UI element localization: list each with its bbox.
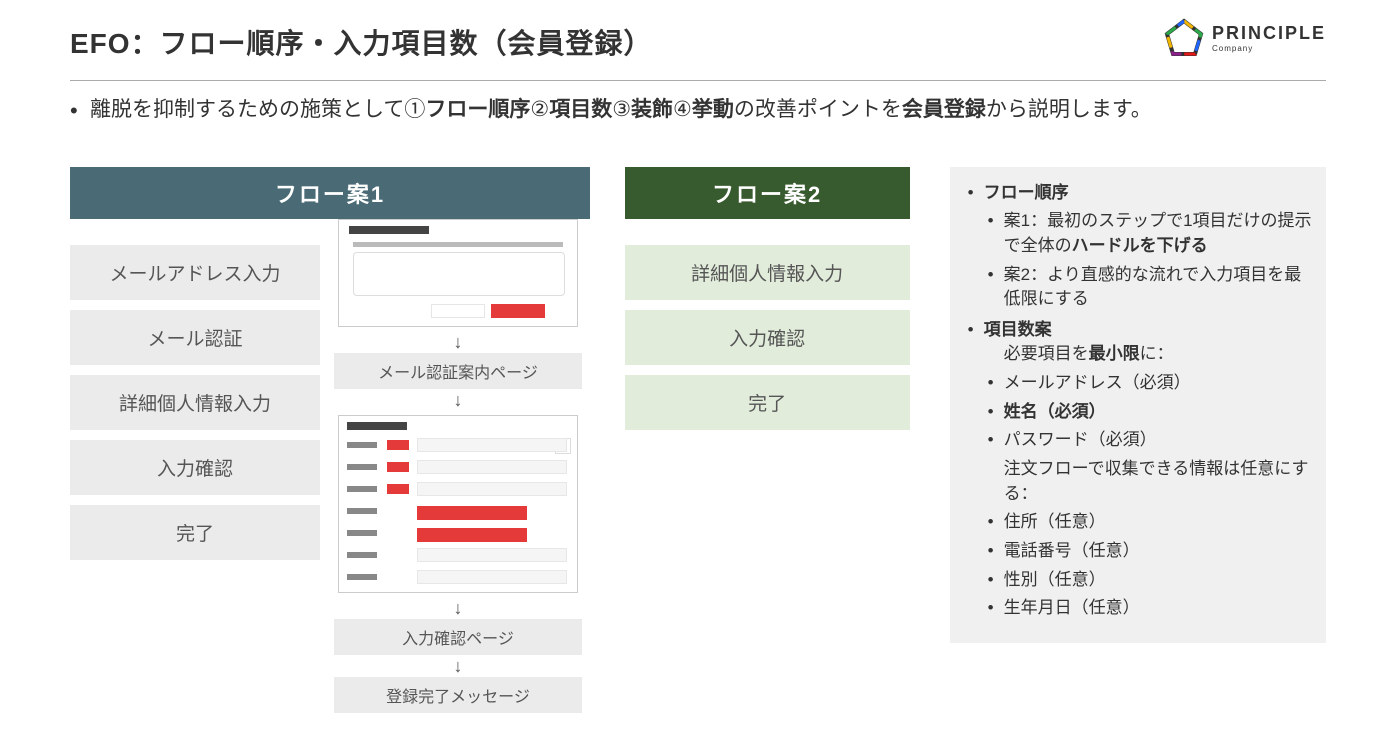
flow2-header: フロー案2 (625, 167, 910, 219)
brand-logo: PRINCIPLE Company (1164, 18, 1326, 58)
notes-opt-intro: 注文フローで収集できる情報は任意にする： (984, 457, 1312, 506)
mockup-email-page (338, 219, 578, 327)
flow2-step: 入力確認 (625, 310, 910, 365)
body: フロー案1 メールアドレス入力 メール認証 詳細個人情報入力 入力確認 完了 ↓… (70, 167, 1326, 713)
flow2-step: 詳細個人情報入力 (625, 245, 910, 300)
notes-item: フロー順序 案1：最初のステップで1項目だけの提示で全体のハードルを下げる 案2… (964, 181, 1312, 312)
lead-bullet: 離脱を抑制するための施策として①フロー順序②項目数③装飾④挙動の改善ポイントを会… (70, 93, 1326, 127)
flow1-step: 入力確認 (70, 440, 320, 495)
notes-req-item: パスワード（必須） (984, 428, 1312, 453)
notes-opt-item: 電話番号（任意） (984, 539, 1312, 564)
arrow-down-icon: ↓ (454, 599, 463, 617)
header: EFO：フロー順序・入力項目数（会員登録） PRINCIPLE Company (70, 22, 1326, 62)
notes-opt-item: 生年月日（任意） (984, 596, 1312, 621)
arrow-down-icon: ↓ (454, 391, 463, 409)
notes-panel: フロー順序 案1：最初のステップで1項目だけの提示で全体のハードルを下げる 案2… (950, 167, 1326, 643)
notes-subitem: 案2：より直感的な流れで入力項目を最低限にする (984, 263, 1312, 312)
arrow-down-icon: ↓ (454, 333, 463, 351)
notes-opt-item: 住所（任意） (984, 510, 1312, 535)
pentagon-icon (1164, 18, 1204, 58)
slide: EFO：フロー順序・入力項目数（会員登録） PRINCIPLE Company … (0, 0, 1396, 739)
flow1-step: 詳細個人情報入力 (70, 375, 320, 430)
logo-subtext: Company (1212, 44, 1326, 53)
arrow-down-icon: ↓ (454, 657, 463, 675)
flow2-step: 完了 (625, 375, 910, 430)
slide-title: EFO：フロー順序・入力項目数（会員登録） (70, 22, 653, 62)
flow1-step: メール認証 (70, 310, 320, 365)
notes-item: 項目数案 必要項目を最小限に： メールアドレス（必須） 姓名（必須） パスワード… (964, 318, 1312, 621)
notes-req-item: メールアドレス（必須） (984, 371, 1312, 396)
flow1-substep: メール認証案内ページ (334, 353, 582, 389)
flow1-substep: 入力確認ページ (334, 619, 582, 655)
mockup-detail-page (338, 415, 578, 593)
flow1-step: 完了 (70, 505, 320, 560)
logo-text: PRINCIPLE (1212, 24, 1326, 42)
notes-subitem: 案1：最初のステップで1項目だけの提示で全体のハードルを下げる (984, 209, 1312, 258)
flow1-column: フロー案1 メールアドレス入力 メール認証 詳細個人情報入力 入力確認 完了 ↓… (70, 167, 585, 713)
flow1-step: メールアドレス入力 (70, 245, 320, 300)
notes-req-item: 姓名（必須） (984, 400, 1312, 425)
flow1-substep: 登録完了メッセージ (334, 677, 582, 713)
notes-opt-item: 性別（任意） (984, 568, 1312, 593)
flow2-column: フロー案2 詳細個人情報入力 入力確認 完了 (625, 167, 910, 430)
divider (70, 80, 1326, 81)
